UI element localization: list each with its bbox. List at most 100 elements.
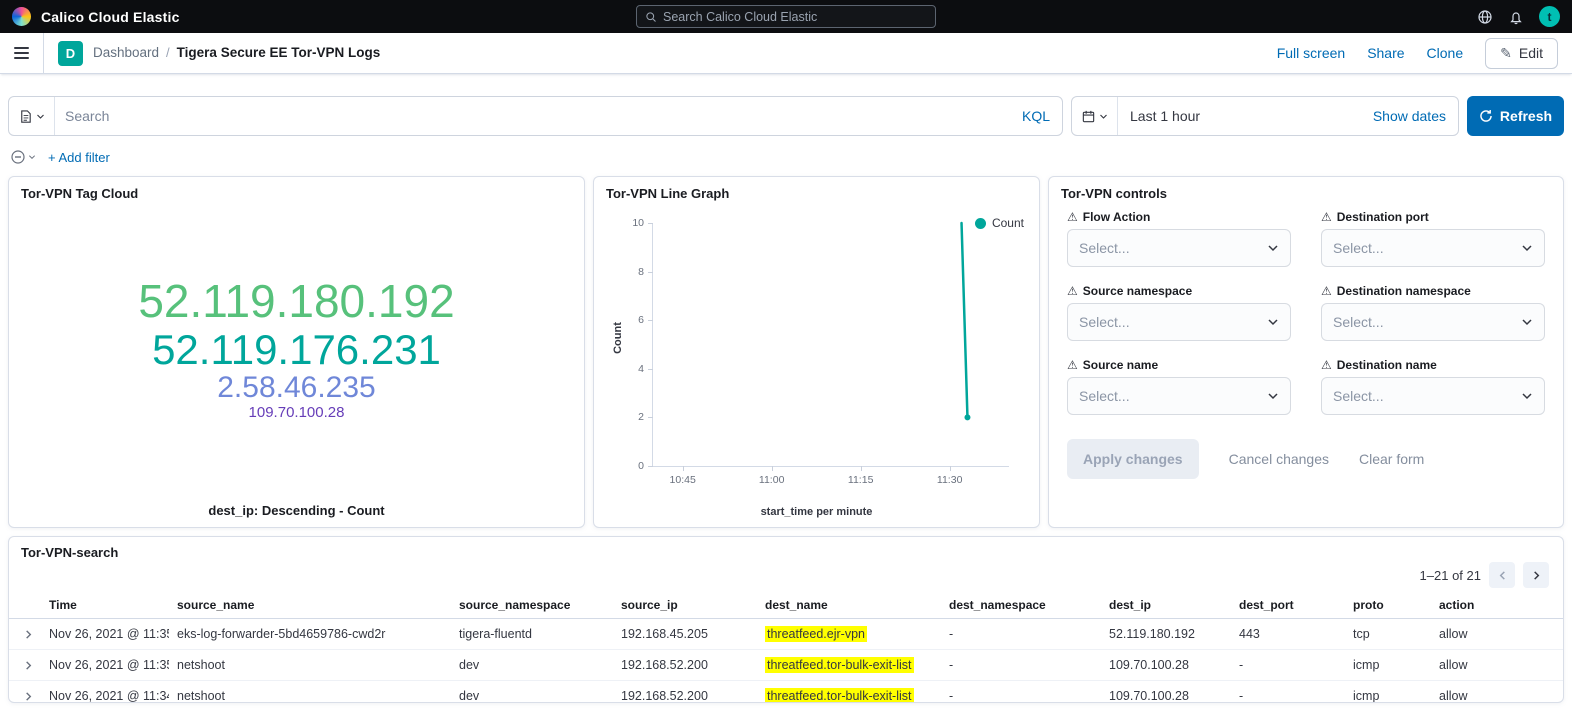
y-axis-title: Count — [612, 322, 624, 354]
panel-title[interactable]: Tor-VPN controls — [1061, 186, 1551, 201]
cell-source-namespace: tigera-fluentd — [451, 619, 613, 650]
cell-dest-name: threatfeed.tor-bulk-exit-list — [757, 681, 941, 704]
expand-row-button[interactable] — [23, 660, 34, 671]
page-title: Tigera Secure EE Tor-VPN Logs — [177, 45, 381, 60]
source-name-select[interactable]: Select... — [1067, 377, 1291, 415]
control-field: ⚠ Destination name Select... — [1321, 358, 1545, 415]
controls-fields: ⚠ Flow Action Select... ⚠ Destination po… — [1067, 210, 1545, 415]
control-label: Source name — [1083, 358, 1158, 372]
cell-proto: tcp — [1345, 619, 1431, 650]
x-axis-title: start_time per minute — [594, 506, 1039, 518]
saved-query-menu-icon[interactable] — [9, 97, 55, 135]
control-field: ⚠ Source namespace Select... — [1067, 284, 1291, 341]
kql-search-box: KQL — [8, 96, 1063, 136]
global-search[interactable] — [636, 5, 936, 28]
expand-row-button[interactable] — [23, 629, 34, 640]
destination-name-select[interactable]: Select... — [1321, 377, 1545, 415]
chevron-right-icon — [1531, 570, 1542, 581]
cell-source-namespace: dev — [451, 650, 613, 681]
brand-name: Calico Cloud Elastic — [41, 9, 180, 25]
control-label: Destination namespace — [1337, 284, 1471, 298]
panel-title[interactable]: Tor-VPN-search — [21, 545, 1551, 560]
panel-title[interactable]: Tor-VPN Tag Cloud — [21, 186, 572, 201]
control-label: Flow Action — [1083, 210, 1151, 224]
col-header-source-name[interactable]: source_name — [169, 592, 451, 619]
highlighted-value: threatfeed.tor-bulk-exit-list — [765, 688, 914, 703]
full-screen-button[interactable]: Full screen — [1277, 45, 1345, 61]
col-header-dest-name[interactable]: dest_name — [757, 592, 941, 619]
warning-icon: ⚠ — [1321, 210, 1332, 224]
cell-dest-namespace: - — [941, 619, 1101, 650]
kql-language-button[interactable]: KQL — [1010, 108, 1062, 124]
col-header-dest-namespace[interactable]: dest_namespace — [941, 592, 1101, 619]
source-namespace-select[interactable]: Select... — [1067, 303, 1291, 341]
query-search-input[interactable] — [55, 108, 1010, 124]
cell-source-name: netshoot — [169, 650, 451, 681]
refresh-button[interactable]: Refresh — [1467, 96, 1564, 136]
top-app-bar: Calico Cloud Elastic t — [0, 0, 1572, 33]
highlighted-value: threatfeed.ejr-vpn — [765, 626, 867, 642]
col-header-source-ip[interactable]: source_ip — [613, 592, 757, 619]
col-header-time[interactable]: Time — [41, 592, 169, 619]
user-avatar[interactable]: t — [1539, 6, 1560, 27]
cell-action: allow — [1431, 619, 1563, 650]
next-page-button[interactable] — [1523, 562, 1549, 588]
tag-cloud-tag[interactable]: 2.58.46.235 — [217, 372, 375, 404]
destination-port-select[interactable]: Select... — [1321, 229, 1545, 267]
highlighted-value: threatfeed.tor-bulk-exit-list — [765, 657, 914, 673]
tag-cloud-caption: dest_ip: Descending - Count — [9, 503, 584, 518]
global-search-input[interactable] — [663, 10, 927, 24]
globe-icon[interactable] — [1477, 9, 1493, 25]
expand-row-button[interactable] — [23, 691, 34, 702]
clone-button[interactable]: Clone — [1427, 45, 1464, 61]
destination-namespace-select[interactable]: Select... — [1321, 303, 1545, 341]
panel-title[interactable]: Tor-VPN Line Graph — [606, 186, 1027, 201]
col-header-proto[interactable]: proto — [1345, 592, 1431, 619]
pencil-icon: ✎ — [1500, 45, 1512, 62]
cell-dest-port: 443 — [1231, 619, 1345, 650]
chevron-right-icon — [23, 660, 34, 671]
calendar-icon[interactable] — [1072, 97, 1118, 135]
warning-icon: ⚠ — [1321, 358, 1332, 372]
warning-icon: ⚠ — [1067, 358, 1078, 372]
dashboard-panels: Tor-VPN Tag Cloud 52.119.180.192 52.119.… — [8, 176, 1564, 528]
previous-page-button[interactable] — [1489, 562, 1515, 588]
cell-dest-name: threatfeed.ejr-vpn — [757, 619, 941, 650]
col-header-dest-port[interactable]: dest_port — [1231, 592, 1345, 619]
bell-icon[interactable] — [1508, 9, 1524, 25]
breadcrumb-dashboard-link[interactable]: Dashboard — [93, 45, 159, 60]
panel-search-table: Tor-VPN-search 1–21 of 21 Time source_na… — [8, 536, 1564, 703]
col-header-action[interactable]: action — [1431, 592, 1563, 619]
filter-options-icon[interactable] — [10, 149, 36, 165]
date-picker: Last 1 hour Show dates — [1071, 96, 1459, 136]
col-header-dest-ip[interactable]: dest_ip — [1101, 592, 1231, 619]
flow-action-select[interactable]: Select... — [1067, 229, 1291, 267]
cell-dest-namespace: - — [941, 681, 1101, 704]
add-filter-button[interactable]: + Add filter — [48, 150, 110, 165]
filter-bar: + Add filter — [10, 146, 1562, 168]
refresh-label: Refresh — [1500, 108, 1552, 124]
chevron-down-icon — [1267, 390, 1279, 402]
hamburger-menu-icon[interactable] — [0, 33, 44, 73]
tag-cloud-tag[interactable]: 52.119.180.192 — [138, 277, 454, 327]
cell-expander — [9, 681, 41, 704]
apply-changes-button[interactable]: Apply changes — [1067, 439, 1199, 479]
tag-cloud-tag[interactable]: 52.119.176.231 — [152, 327, 441, 372]
control-label: Destination port — [1337, 210, 1429, 224]
clear-form-button[interactable]: Clear form — [1359, 451, 1424, 467]
share-button[interactable]: Share — [1367, 45, 1404, 61]
cell-source-ip: 192.168.52.200 — [613, 650, 757, 681]
edit-button[interactable]: ✎ Edit — [1485, 38, 1558, 69]
col-header-source-namespace[interactable]: source_namespace — [451, 592, 613, 619]
time-range-value[interactable]: Last 1 hour — [1118, 108, 1373, 124]
cell-source-ip: 192.168.52.200 — [613, 681, 757, 704]
chevron-down-icon — [1267, 316, 1279, 328]
cell-source-name: netshoot — [169, 681, 451, 704]
table-row: Nov 26, 2021 @ 11:35:04.000 eks-log-forw… — [9, 619, 1563, 650]
show-dates-link[interactable]: Show dates — [1373, 108, 1458, 124]
warning-icon: ⚠ — [1321, 284, 1332, 298]
pagination: 1–21 of 21 — [23, 562, 1549, 588]
tag-cloud-tag[interactable]: 109.70.100.28 — [249, 405, 345, 421]
cell-source-namespace: dev — [451, 681, 613, 704]
cancel-changes-button[interactable]: Cancel changes — [1229, 451, 1329, 467]
